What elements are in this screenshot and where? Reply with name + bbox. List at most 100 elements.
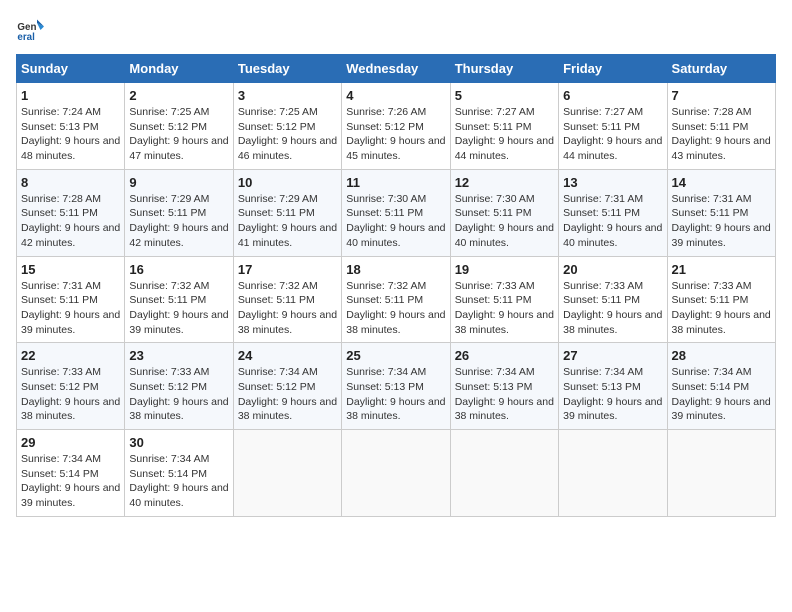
day-info: Sunrise: 7:33 AMSunset: 5:11 PMDaylight:… [563, 280, 662, 336]
day-info: Sunrise: 7:31 AMSunset: 5:11 PMDaylight:… [21, 280, 120, 336]
day-number: 25 [346, 348, 445, 363]
day-number: 29 [21, 435, 120, 450]
calendar-cell: 1 Sunrise: 7:24 AMSunset: 5:13 PMDayligh… [17, 83, 125, 170]
calendar-cell: 28 Sunrise: 7:34 AMSunset: 5:14 PMDaylig… [667, 343, 775, 430]
weekday-header-thursday: Thursday [450, 55, 558, 83]
day-number: 7 [672, 88, 771, 103]
day-number: 17 [238, 262, 337, 277]
calendar-cell: 19 Sunrise: 7:33 AMSunset: 5:11 PMDaylig… [450, 256, 558, 343]
weekday-header-monday: Monday [125, 55, 233, 83]
day-info: Sunrise: 7:31 AMSunset: 5:11 PMDaylight:… [672, 193, 771, 249]
calendar-cell: 10 Sunrise: 7:29 AMSunset: 5:11 PMDaylig… [233, 169, 341, 256]
day-number: 15 [21, 262, 120, 277]
calendar-cell [559, 430, 667, 517]
calendar-cell: 20 Sunrise: 7:33 AMSunset: 5:11 PMDaylig… [559, 256, 667, 343]
calendar-cell: 5 Sunrise: 7:27 AMSunset: 5:11 PMDayligh… [450, 83, 558, 170]
weekday-header-sunday: Sunday [17, 55, 125, 83]
day-info: Sunrise: 7:32 AMSunset: 5:11 PMDaylight:… [129, 280, 228, 336]
svg-text:eral: eral [17, 32, 35, 43]
calendar-cell [342, 430, 450, 517]
day-number: 11 [346, 175, 445, 190]
day-number: 21 [672, 262, 771, 277]
calendar-cell: 23 Sunrise: 7:33 AMSunset: 5:12 PMDaylig… [125, 343, 233, 430]
day-info: Sunrise: 7:25 AMSunset: 5:12 PMDaylight:… [238, 106, 337, 162]
day-number: 30 [129, 435, 228, 450]
calendar-cell: 15 Sunrise: 7:31 AMSunset: 5:11 PMDaylig… [17, 256, 125, 343]
calendar-cell: 13 Sunrise: 7:31 AMSunset: 5:11 PMDaylig… [559, 169, 667, 256]
calendar-cell [667, 430, 775, 517]
day-number: 14 [672, 175, 771, 190]
calendar-cell: 12 Sunrise: 7:30 AMSunset: 5:11 PMDaylig… [450, 169, 558, 256]
day-info: Sunrise: 7:33 AMSunset: 5:11 PMDaylight:… [455, 280, 554, 336]
calendar-cell: 29 Sunrise: 7:34 AMSunset: 5:14 PMDaylig… [17, 430, 125, 517]
weekday-header-wednesday: Wednesday [342, 55, 450, 83]
weekday-header-friday: Friday [559, 55, 667, 83]
day-info: Sunrise: 7:34 AMSunset: 5:14 PMDaylight:… [129, 453, 228, 509]
calendar-cell: 26 Sunrise: 7:34 AMSunset: 5:13 PMDaylig… [450, 343, 558, 430]
day-number: 5 [455, 88, 554, 103]
day-info: Sunrise: 7:30 AMSunset: 5:11 PMDaylight:… [346, 193, 445, 249]
day-number: 26 [455, 348, 554, 363]
calendar-cell: 8 Sunrise: 7:28 AMSunset: 5:11 PMDayligh… [17, 169, 125, 256]
calendar-cell: 14 Sunrise: 7:31 AMSunset: 5:11 PMDaylig… [667, 169, 775, 256]
day-number: 20 [563, 262, 662, 277]
calendar-cell: 7 Sunrise: 7:28 AMSunset: 5:11 PMDayligh… [667, 83, 775, 170]
calendar-cell: 17 Sunrise: 7:32 AMSunset: 5:11 PMDaylig… [233, 256, 341, 343]
day-info: Sunrise: 7:24 AMSunset: 5:13 PMDaylight:… [21, 106, 120, 162]
calendar-cell: 11 Sunrise: 7:30 AMSunset: 5:11 PMDaylig… [342, 169, 450, 256]
calendar-cell: 27 Sunrise: 7:34 AMSunset: 5:13 PMDaylig… [559, 343, 667, 430]
day-info: Sunrise: 7:34 AMSunset: 5:13 PMDaylight:… [563, 366, 662, 422]
day-number: 23 [129, 348, 228, 363]
weekday-header-tuesday: Tuesday [233, 55, 341, 83]
day-number: 9 [129, 175, 228, 190]
calendar-cell: 4 Sunrise: 7:26 AMSunset: 5:12 PMDayligh… [342, 83, 450, 170]
calendar-cell: 16 Sunrise: 7:32 AMSunset: 5:11 PMDaylig… [125, 256, 233, 343]
calendar-cell: 22 Sunrise: 7:33 AMSunset: 5:12 PMDaylig… [17, 343, 125, 430]
calendar-cell [450, 430, 558, 517]
day-info: Sunrise: 7:28 AMSunset: 5:11 PMDaylight:… [21, 193, 120, 249]
calendar-cell: 24 Sunrise: 7:34 AMSunset: 5:12 PMDaylig… [233, 343, 341, 430]
calendar-week-row: 22 Sunrise: 7:33 AMSunset: 5:12 PMDaylig… [17, 343, 776, 430]
day-info: Sunrise: 7:33 AMSunset: 5:11 PMDaylight:… [672, 280, 771, 336]
day-info: Sunrise: 7:34 AMSunset: 5:13 PMDaylight:… [455, 366, 554, 422]
day-info: Sunrise: 7:28 AMSunset: 5:11 PMDaylight:… [672, 106, 771, 162]
day-info: Sunrise: 7:27 AMSunset: 5:11 PMDaylight:… [455, 106, 554, 162]
day-number: 24 [238, 348, 337, 363]
day-number: 10 [238, 175, 337, 190]
day-info: Sunrise: 7:34 AMSunset: 5:12 PMDaylight:… [238, 366, 337, 422]
day-info: Sunrise: 7:31 AMSunset: 5:11 PMDaylight:… [563, 193, 662, 249]
day-info: Sunrise: 7:27 AMSunset: 5:11 PMDaylight:… [563, 106, 662, 162]
calendar-cell: 21 Sunrise: 7:33 AMSunset: 5:11 PMDaylig… [667, 256, 775, 343]
calendar-week-row: 8 Sunrise: 7:28 AMSunset: 5:11 PMDayligh… [17, 169, 776, 256]
day-number: 18 [346, 262, 445, 277]
day-info: Sunrise: 7:34 AMSunset: 5:13 PMDaylight:… [346, 366, 445, 422]
calendar-cell: 25 Sunrise: 7:34 AMSunset: 5:13 PMDaylig… [342, 343, 450, 430]
calendar-cell: 2 Sunrise: 7:25 AMSunset: 5:12 PMDayligh… [125, 83, 233, 170]
day-number: 3 [238, 88, 337, 103]
calendar-cell: 3 Sunrise: 7:25 AMSunset: 5:12 PMDayligh… [233, 83, 341, 170]
calendar-week-row: 15 Sunrise: 7:31 AMSunset: 5:11 PMDaylig… [17, 256, 776, 343]
day-number: 27 [563, 348, 662, 363]
logo: Gen eral [16, 16, 48, 44]
day-number: 28 [672, 348, 771, 363]
calendar-cell: 30 Sunrise: 7:34 AMSunset: 5:14 PMDaylig… [125, 430, 233, 517]
day-info: Sunrise: 7:26 AMSunset: 5:12 PMDaylight:… [346, 106, 445, 162]
day-number: 22 [21, 348, 120, 363]
day-info: Sunrise: 7:34 AMSunset: 5:14 PMDaylight:… [21, 453, 120, 509]
day-number: 1 [21, 88, 120, 103]
day-info: Sunrise: 7:32 AMSunset: 5:11 PMDaylight:… [238, 280, 337, 336]
day-number: 12 [455, 175, 554, 190]
calendar-cell: 18 Sunrise: 7:32 AMSunset: 5:11 PMDaylig… [342, 256, 450, 343]
weekday-header-saturday: Saturday [667, 55, 775, 83]
day-number: 8 [21, 175, 120, 190]
day-number: 4 [346, 88, 445, 103]
calendar: SundayMondayTuesdayWednesdayThursdayFrid… [16, 54, 776, 517]
logo-icon: Gen eral [16, 16, 44, 44]
calendar-cell: 6 Sunrise: 7:27 AMSunset: 5:11 PMDayligh… [559, 83, 667, 170]
day-info: Sunrise: 7:34 AMSunset: 5:14 PMDaylight:… [672, 366, 771, 422]
day-info: Sunrise: 7:25 AMSunset: 5:12 PMDaylight:… [129, 106, 228, 162]
calendar-week-row: 1 Sunrise: 7:24 AMSunset: 5:13 PMDayligh… [17, 83, 776, 170]
day-number: 2 [129, 88, 228, 103]
day-info: Sunrise: 7:33 AMSunset: 5:12 PMDaylight:… [129, 366, 228, 422]
calendar-header-row: SundayMondayTuesdayWednesdayThursdayFrid… [17, 55, 776, 83]
